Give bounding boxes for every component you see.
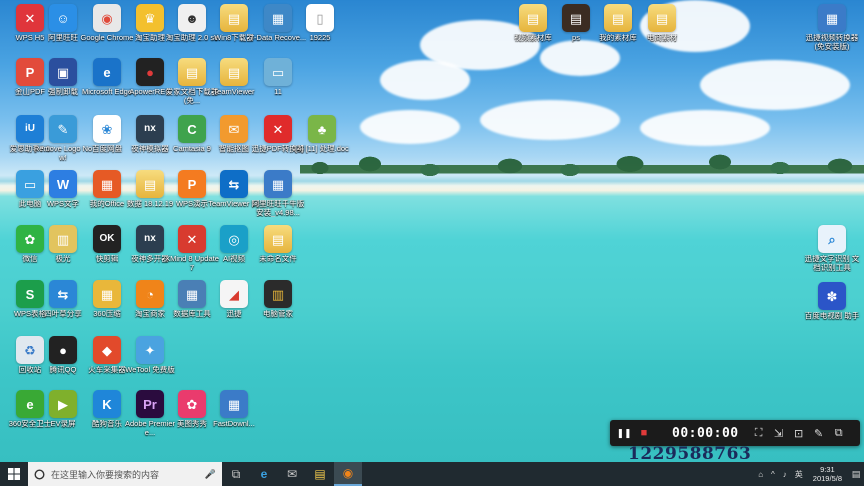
desktop-icon[interactable]: ✦ WeTool 免费版	[120, 336, 180, 375]
desktop-icon[interactable]: ✽ 百度电视剧 助手	[802, 282, 862, 321]
remove-logo-icon: ✎	[49, 115, 77, 143]
show-hidden-icons[interactable]: ^	[767, 470, 779, 479]
folder-icon: ▤	[136, 170, 164, 198]
wps-presentation-icon: P	[178, 170, 206, 198]
network-icon[interactable]: ⌂	[754, 470, 767, 479]
desktop-icon[interactable]: ▦ 迅捷视频转换器(免安装版)	[802, 4, 862, 51]
folder-icon: ▤	[604, 4, 632, 32]
desktop-wallpaper: ✕ WPS H5 P 金山PDF iU 爱思助手7.0 ▭ 此电脑 ✿ 微信 S WPS表格…	[0, 0, 864, 462]
data-recovery-icon: ▦	[264, 4, 292, 32]
taskbar-edge-icon[interactable]: e	[250, 462, 278, 486]
manager-icon: ▥	[264, 280, 292, 308]
desktop-icon[interactable]: ▥ 电脑管家	[248, 280, 308, 319]
microphone-icon[interactable]: 🎤	[205, 469, 216, 480]
clock-date: 2019/5/8	[812, 474, 842, 483]
recording-timer: 00:00:00	[672, 425, 739, 441]
kugou-icon: K	[93, 390, 121, 418]
clock-time: 9:31	[820, 465, 835, 474]
folder-icon: ▤	[220, 4, 248, 32]
wps-writer-icon: W	[49, 170, 77, 198]
share-icon: ⇆	[49, 280, 77, 308]
volume-icon[interactable]: ♪	[779, 470, 791, 479]
compress-icon: ▦	[93, 280, 121, 308]
baidu-netdisk-icon: ❀	[93, 115, 121, 143]
pdf-converter-icon: ✕	[264, 115, 292, 143]
nox-multi-icon: nx	[136, 225, 164, 253]
desktop-icon[interactable]: ▭ 11	[248, 58, 308, 97]
ai-video-icon: ◎	[220, 225, 248, 253]
nox-icon: nx	[136, 115, 164, 143]
folder-icon: ▤	[519, 4, 547, 32]
desktop-icon[interactable]: ♣ [4] [11] 处理.doc	[292, 115, 352, 154]
taobao-assistant2-icon: ☻	[178, 4, 206, 32]
office-icon: ▦	[93, 170, 121, 198]
taskbar-mail-icon[interactable]: ✉	[278, 462, 306, 486]
apowerrec-icon: ●	[136, 58, 164, 86]
folder-icon: ▤	[562, 4, 590, 32]
taobao-assistant-icon: ♛	[136, 4, 164, 32]
fastdownload-icon: ▦	[220, 390, 248, 418]
desktop-icon[interactable]: ▦ FastDownl...	[204, 390, 264, 429]
koutu-icon: ✉	[220, 115, 248, 143]
teamviewer-icon: ⇆	[220, 170, 248, 198]
installer-icon: ▦	[264, 170, 292, 198]
taskbar-explorer-icon[interactable]: ▤	[306, 462, 334, 486]
screenshot-icon[interactable]: ⊡	[789, 423, 809, 443]
screen-recorder-toolbar: ❚❚ ■ 00:00:00 ⛶ ⇲ ⊡ ✎ ⧉	[610, 420, 860, 446]
watermark-text: 1229588763	[628, 444, 752, 464]
ocr-icon: ⌕	[818, 225, 846, 253]
taskbar-recorder-icon[interactable]: ◉	[334, 462, 362, 486]
start-button[interactable]	[0, 462, 28, 486]
desktop-icon[interactable]: ▦ 阿里旺旺千牛版 安装_v4.98...	[248, 170, 308, 217]
archive-icon: ▥	[49, 225, 77, 253]
input-method-indicator[interactable]: 英	[791, 469, 807, 480]
train-icon: ◆	[93, 336, 121, 364]
taobao-seller-icon: ◔	[136, 280, 164, 308]
desktop-icon[interactable]: ▤ 未命名文件	[248, 225, 308, 264]
video-converter-icon: ▦	[818, 4, 846, 32]
android-doc-icon: ♣	[308, 115, 336, 143]
ev-recorder-icon: ▶	[49, 390, 77, 418]
windows-logo-icon	[8, 468, 20, 480]
folder-icon: ▤	[264, 225, 292, 253]
stop-button[interactable]: ■	[634, 423, 654, 443]
fullscreen-icon[interactable]: ⛶	[749, 423, 769, 443]
desktop-icon[interactable]: ⌕ 迅捷文字识别 文档识别工具	[802, 225, 862, 272]
desktop-icon[interactable]: ▤ 电商素材	[632, 4, 692, 43]
premiere-icon: Pr	[136, 390, 164, 418]
search-placeholder: 在这里输入你要搜索的内容	[51, 469, 160, 480]
window-icon: ▭	[264, 58, 292, 86]
cortana-icon	[34, 468, 45, 480]
pen-icon[interactable]: ✎	[809, 423, 829, 443]
aliwangwang-icon: ☺	[49, 4, 77, 32]
edge-icon: e	[93, 58, 121, 86]
pause-button[interactable]: ❚❚	[614, 423, 634, 443]
task-view-button[interactable]: ⧉	[222, 462, 250, 486]
system-tray: ⌂ ^ ♪ 英 9:31 2019/5/8 ▤	[754, 462, 864, 486]
xunjie-icon: ◢	[220, 280, 248, 308]
xmind-icon: ✕	[178, 225, 206, 253]
document-icon: ▯	[306, 4, 334, 32]
qq-icon: ●	[49, 336, 77, 364]
camtasia-icon: C	[178, 115, 206, 143]
region-icon[interactable]: ⇲	[769, 423, 789, 443]
kuaijianji-icon: OK	[93, 225, 121, 253]
meitu-icon: ✿	[178, 390, 206, 418]
baidu-icon: ✽	[818, 282, 846, 310]
taskbar: 在这里输入你要搜索的内容 🎤 ⧉ e ✉ ▤ ◉ ⌂ ^ ♪ 英 9:31 20…	[0, 462, 864, 486]
folder-icon: ▤	[178, 58, 206, 86]
wetool-icon: ✦	[136, 336, 164, 364]
database-icon: ▦	[178, 280, 206, 308]
taskbar-search-box[interactable]: 在这里输入你要搜索的内容 🎤	[28, 462, 222, 486]
folder-icon: ▤	[220, 58, 248, 86]
notification-center-icon[interactable]: ▤	[848, 462, 864, 486]
uninstall-icon: ▣	[49, 58, 77, 86]
desktop-icon[interactable]: ▯ 19225	[290, 4, 350, 43]
minimize-icon[interactable]: ⧉	[829, 423, 849, 443]
taskbar-clock[interactable]: 9:31 2019/5/8	[807, 465, 848, 483]
chrome-icon: ◉	[93, 4, 121, 32]
folder-icon: ▤	[648, 4, 676, 32]
